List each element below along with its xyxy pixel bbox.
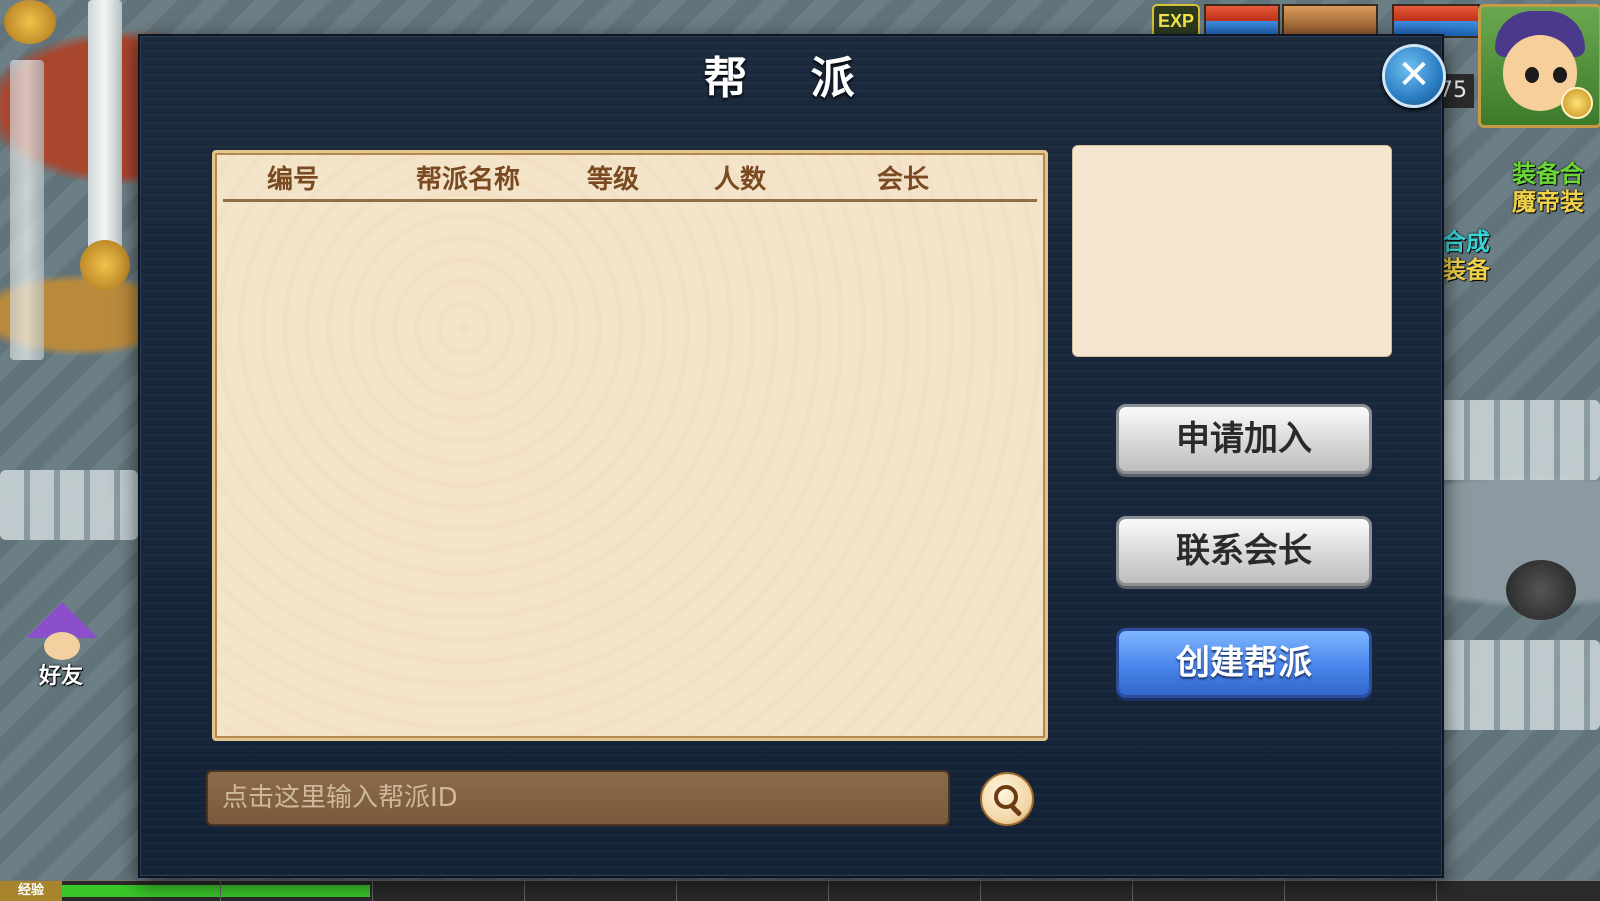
- exp-divider: [676, 881, 677, 901]
- exp-badge: EXP: [1152, 4, 1200, 38]
- iron-pot: [1506, 560, 1576, 620]
- column-header-leader: 会长: [876, 165, 929, 195]
- guild-info-box: [1072, 145, 1392, 357]
- exp-divider: [1132, 881, 1133, 901]
- exp-divider: [220, 881, 221, 901]
- exp-divider: [372, 881, 373, 901]
- hp-mp-bar-right: [1392, 4, 1480, 38]
- friends-button[interactable]: 好友: [22, 602, 100, 689]
- panel-title: 帮 派: [703, 53, 879, 104]
- apply-join-button[interactable]: 申请加入: [1116, 404, 1372, 474]
- exp-divider: [1436, 881, 1437, 901]
- column-header-members: 人数: [713, 165, 766, 195]
- column-header-level: 等级: [586, 165, 639, 195]
- gold-ornament: [4, 0, 56, 44]
- magnifier-handle: [1010, 804, 1023, 817]
- gold-ornament: [80, 240, 130, 290]
- exp-divider: [980, 881, 981, 901]
- exp-progress-fill: [62, 885, 370, 897]
- exp-divider: [828, 881, 829, 901]
- create-guild-button[interactable]: 创建帮派: [1116, 628, 1372, 698]
- player-avatar[interactable]: [1478, 4, 1600, 128]
- friends-label: 好友: [38, 664, 83, 689]
- coin-icon: [1561, 87, 1593, 119]
- exp-label: 经验: [0, 881, 62, 901]
- stone-pillar: [88, 0, 122, 250]
- stone-railing: [0, 470, 138, 540]
- side-text-equipment[interactable]: 装备: [1442, 256, 1490, 284]
- avatar-eye: [1525, 67, 1539, 83]
- search-button[interactable]: [980, 772, 1034, 826]
- column-header-name: 帮派名称: [415, 165, 520, 195]
- guild-list-header: 编号 帮派名称 等级 人数 会长: [223, 159, 1037, 202]
- hp-mp-bar-left: [1204, 4, 1280, 38]
- column-header-id: 编号: [266, 165, 319, 195]
- pet-slot[interactable]: [1282, 4, 1378, 38]
- stone-railing: [1440, 400, 1600, 480]
- contact-leader-button[interactable]: 联系会长: [1116, 516, 1372, 586]
- friend-face-icon: [44, 632, 80, 660]
- guild-id-search-input[interactable]: [206, 770, 950, 826]
- close-button[interactable]: ✕: [1382, 44, 1446, 108]
- bottom-exp-bar: 经验: [0, 880, 1600, 901]
- guild-list[interactable]: 编号 帮派名称 等级 人数 会长: [212, 150, 1048, 741]
- exp-divider: [1284, 881, 1285, 901]
- avatar-eye: [1553, 67, 1567, 83]
- side-text-synthesize[interactable]: 合成: [1442, 228, 1490, 256]
- stone-railing: [1440, 640, 1600, 730]
- close-icon: ✕: [1397, 52, 1431, 98]
- side-text-equip-merge[interactable]: 装备合: [1512, 160, 1584, 188]
- stone-pillar: [10, 60, 44, 360]
- side-text-demon-equip[interactable]: 魔帝装: [1512, 188, 1584, 216]
- exp-divider: [524, 881, 525, 901]
